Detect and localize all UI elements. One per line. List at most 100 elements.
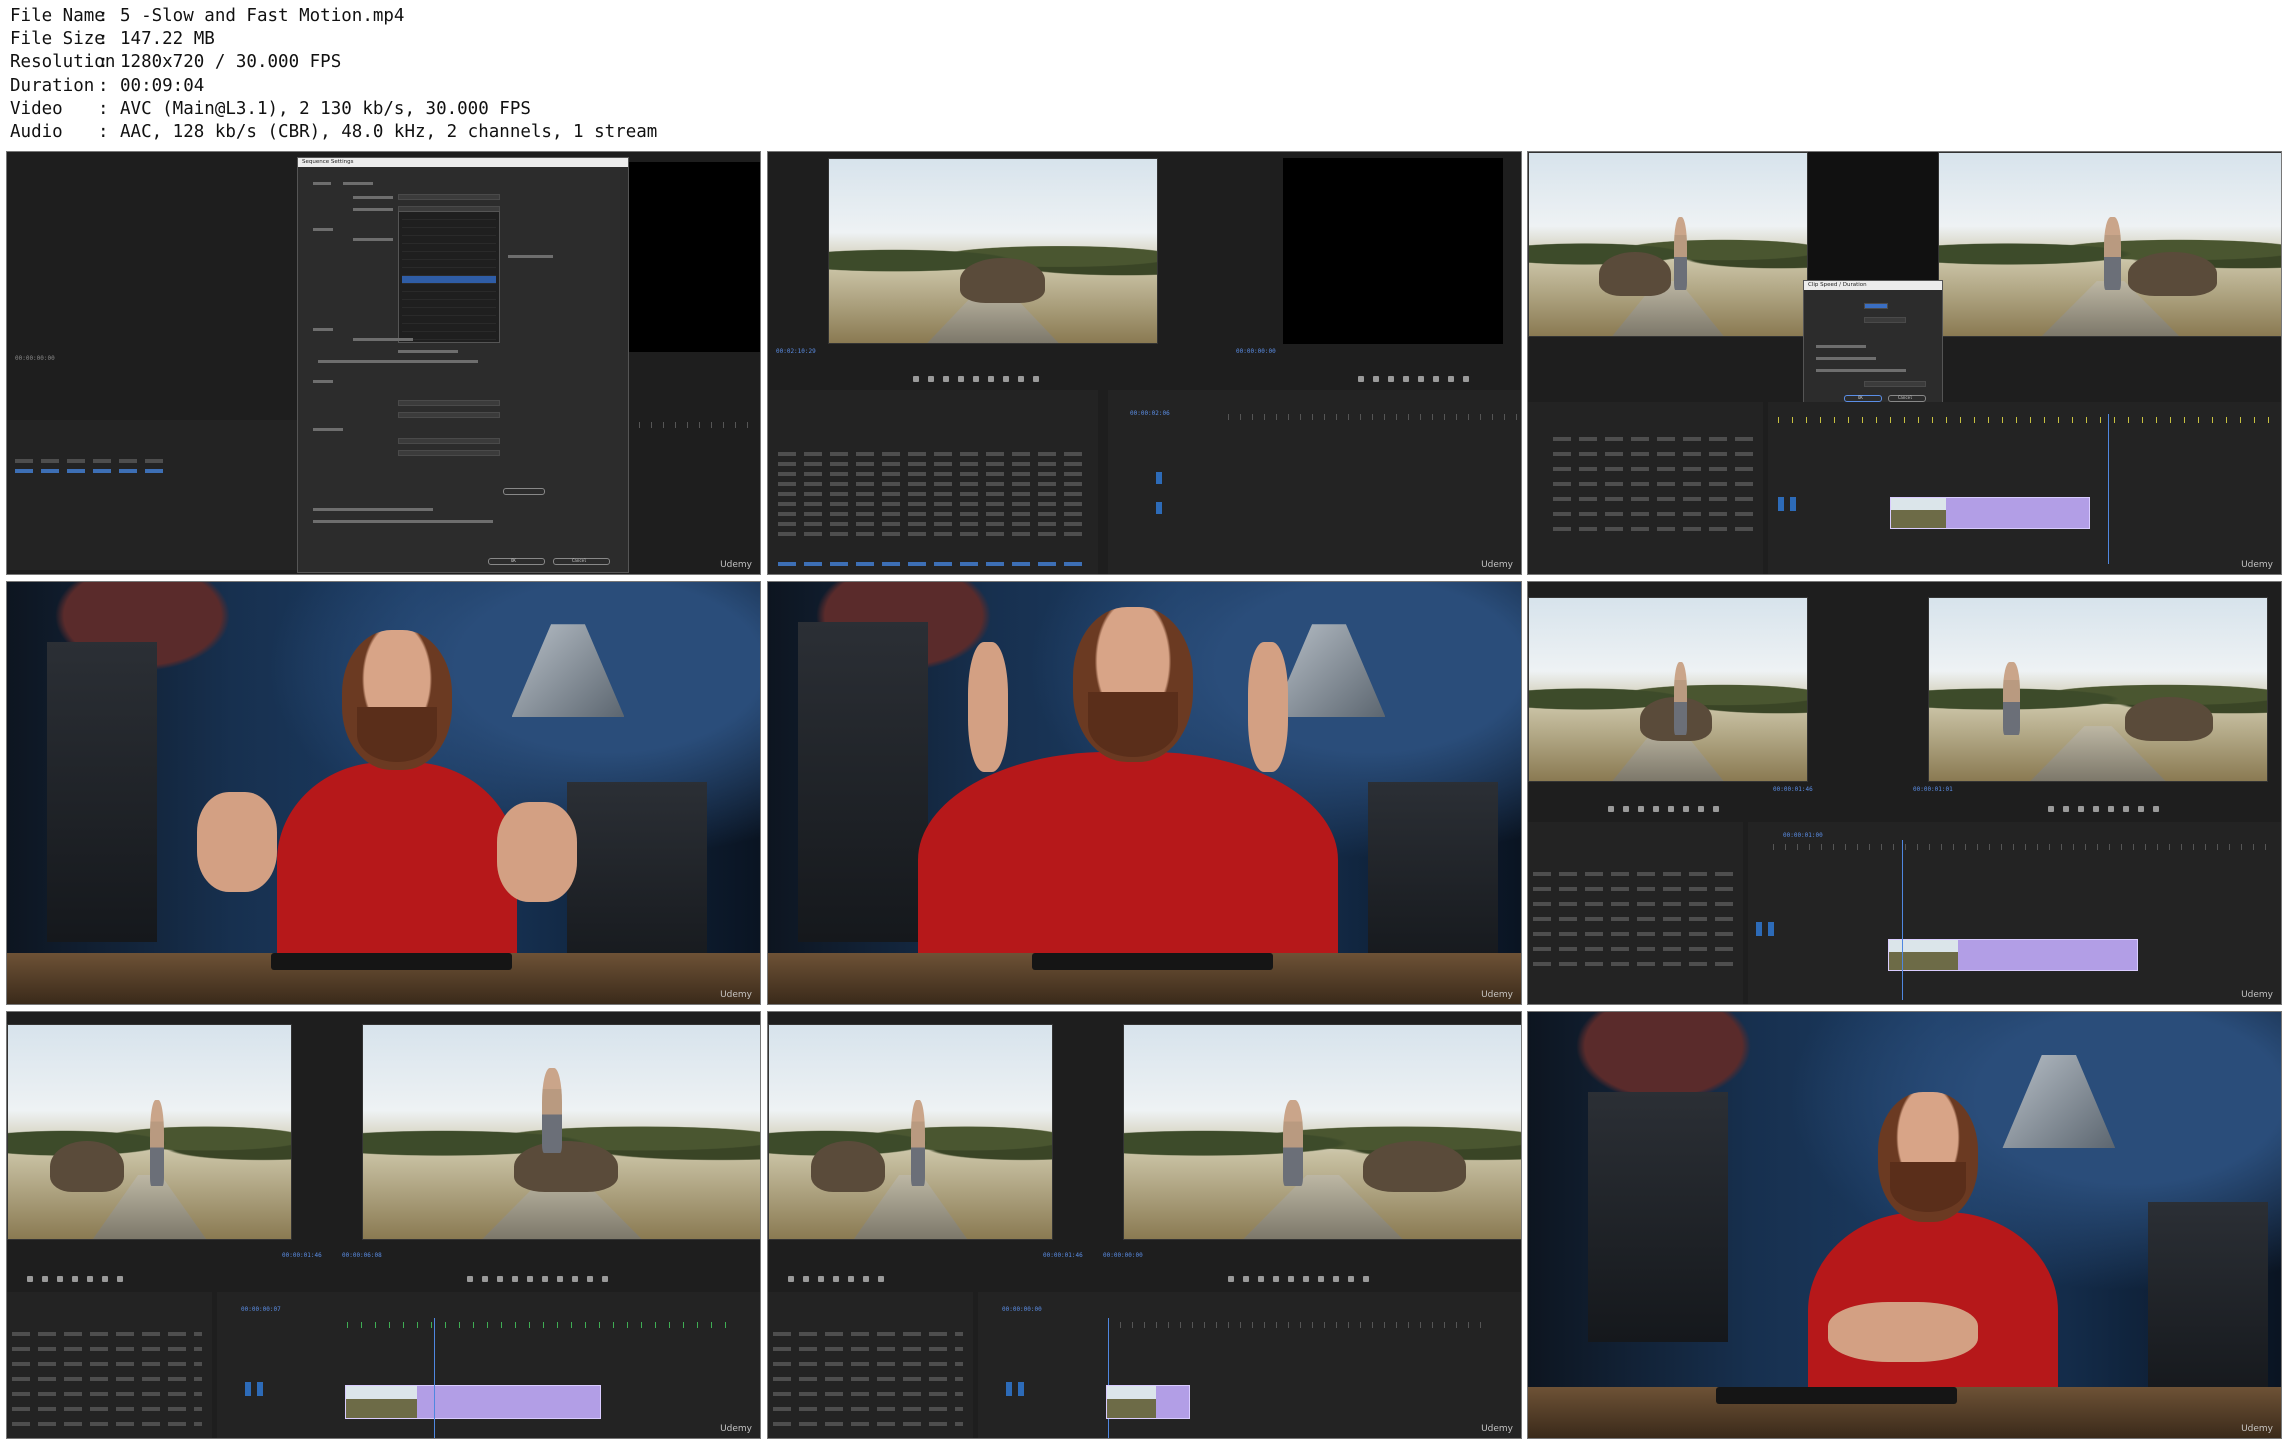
project-row[interactable] (1533, 932, 1733, 936)
video-clip[interactable] (1106, 1385, 1190, 1419)
project-row[interactable] (1553, 437, 1753, 441)
source-transport-controls[interactable] (27, 1274, 123, 1284)
project-row[interactable] (778, 512, 1088, 516)
video-clip[interactable] (1888, 939, 2138, 971)
project-row[interactable] (773, 1362, 963, 1366)
project-row[interactable] (773, 1377, 963, 1381)
source-transport-controls[interactable] (913, 374, 1039, 384)
thumbnail-timeline-jump[interactable]: 00:00:01:46 00:00:06:08 00:00:00:07 Udem… (6, 1011, 761, 1439)
project-row[interactable] (1533, 887, 1733, 891)
project-row[interactable] (12, 1407, 202, 1411)
playhead[interactable] (434, 1318, 435, 1438)
display-format-select[interactable] (398, 412, 500, 418)
track-target[interactable] (1156, 472, 1162, 484)
project-row[interactable] (1553, 512, 1753, 516)
track-target[interactable] (257, 1382, 263, 1396)
dialog-tab[interactable] (313, 182, 331, 185)
project-row[interactable] (12, 1347, 202, 1351)
project-row[interactable] (778, 462, 1088, 466)
project-row[interactable] (773, 1392, 963, 1396)
project-row-selected[interactable] (778, 562, 1088, 566)
time-interpolation-select[interactable] (1864, 381, 1926, 387)
source-transport-controls[interactable] (788, 1274, 884, 1284)
presenter-arm (1248, 642, 1288, 772)
timebase-dropdown[interactable] (398, 211, 500, 343)
program-transport-controls[interactable] (2048, 804, 2159, 814)
project-row[interactable] (778, 482, 1088, 486)
media-info-value: 5 -Slow and Fast Motion.mp4 (120, 5, 405, 26)
speed-field[interactable] (1864, 303, 1888, 309)
program-transport-controls[interactable] (1358, 374, 1469, 384)
project-row[interactable] (12, 1422, 202, 1426)
editing-mode-select[interactable] (398, 194, 500, 200)
reverse-speed-checkbox[interactable] (1816, 345, 1866, 348)
thumbnail-timeline-short-clip[interactable]: 00:00:01:46 00:00:00:00 00:00:00:00 Udem… (767, 1011, 1522, 1439)
project-row[interactable] (1533, 917, 1733, 921)
project-row[interactable] (773, 1347, 963, 1351)
project-row[interactable] (1533, 962, 1733, 966)
project-row[interactable] (12, 1392, 202, 1396)
video-clip[interactable] (345, 1385, 601, 1419)
cancel-button[interactable]: Cancel (1888, 395, 1926, 402)
preview-format-select[interactable] (398, 438, 500, 444)
project-row[interactable] (773, 1422, 963, 1426)
playhead[interactable] (2108, 414, 2109, 564)
project-row[interactable] (778, 502, 1088, 506)
ok-button[interactable]: OK (1844, 395, 1882, 402)
project-row[interactable] (778, 472, 1088, 476)
equipment-rack (1588, 1092, 1728, 1342)
project-row[interactable] (778, 532, 1088, 536)
maintain-pitch-checkbox[interactable] (1816, 357, 1876, 360)
equipment-rack (2148, 1202, 2268, 1402)
project-row[interactable] (1533, 872, 1733, 876)
checkbox-label[interactable] (313, 508, 433, 511)
project-row[interactable] (1533, 947, 1733, 951)
thumbnail-presenter-1[interactable]: Udemy (6, 581, 761, 1005)
project-row[interactable] (1553, 482, 1753, 486)
track-target[interactable] (1756, 922, 1762, 936)
track-target[interactable] (1006, 1382, 1012, 1396)
project-row[interactable] (12, 1362, 202, 1366)
sample-rate-select[interactable] (398, 400, 500, 406)
codec-select[interactable] (398, 450, 500, 456)
program-transport-controls[interactable] (467, 1274, 608, 1284)
track-target[interactable] (1778, 497, 1784, 511)
track-target[interactable] (1156, 502, 1162, 514)
ok-button[interactable]: OK (488, 558, 545, 565)
reset-button[interactable] (503, 488, 545, 495)
duration-field[interactable] (1864, 317, 1906, 323)
project-row[interactable] (1553, 452, 1753, 456)
video-clip[interactable] (1890, 497, 2090, 529)
thumbnail-premiere-project[interactable]: 00:02:10:29 00:00:00:00 00:00:02:06 Udem… (767, 151, 1522, 575)
track-target[interactable] (1768, 922, 1774, 936)
playhead[interactable] (1108, 1318, 1109, 1438)
playhead[interactable] (1902, 840, 1903, 1000)
track-target[interactable] (1018, 1382, 1024, 1396)
project-row[interactable] (773, 1332, 963, 1336)
project-row[interactable] (1553, 527, 1753, 531)
checkbox-label[interactable] (313, 520, 493, 523)
track-target[interactable] (1790, 497, 1796, 511)
source-transport-controls[interactable] (1608, 804, 1719, 814)
project-row[interactable] (12, 1332, 202, 1336)
thumbnail-clip-speed-dialog[interactable]: Clip Speed / Duration OK Cancel Udemy (1527, 151, 2282, 575)
cancel-button[interactable]: Cancel (553, 558, 610, 565)
project-row[interactable] (1553, 497, 1753, 501)
ripple-edit-checkbox[interactable] (1816, 369, 1906, 372)
project-row[interactable] (773, 1407, 963, 1411)
ok-button-label: OK (1858, 395, 1863, 400)
project-row[interactable] (778, 452, 1088, 456)
dialog-tab[interactable] (343, 182, 373, 185)
timeline-timecode: 00:00:00:00 (1002, 1306, 1042, 1313)
thumbnail-timeline-long-clip[interactable]: 00:00:01:46 00:00:01:01 00:00:01:00 Udem… (1527, 581, 2282, 1005)
project-row[interactable] (1533, 902, 1733, 906)
thumbnail-sequence-settings[interactable]: 00:00:00:00 Sequence Settings OK Cancel … (6, 151, 761, 575)
thumbnail-presenter-3[interactable]: Udemy (1527, 1011, 2282, 1439)
track-target[interactable] (245, 1382, 251, 1396)
project-row[interactable] (1553, 467, 1753, 471)
thumbnail-presenter-2[interactable]: Udemy (767, 581, 1522, 1005)
project-row[interactable] (778, 522, 1088, 526)
program-transport-controls[interactable] (1228, 1274, 1369, 1284)
project-row[interactable] (778, 492, 1088, 496)
project-row[interactable] (12, 1377, 202, 1381)
